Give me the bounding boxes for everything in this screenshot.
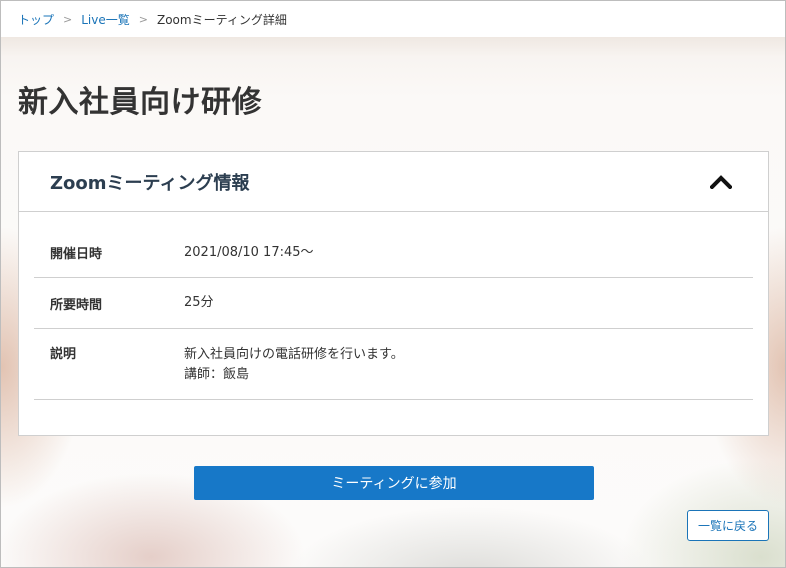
panel-title: Zoomミーティング情報 (50, 172, 250, 194)
page-title: 新入社員向け研修 (18, 85, 262, 120)
description-line: 新入社員向けの電話研修を行います。 (184, 347, 404, 362)
breadcrumb-separator: > (63, 12, 73, 26)
info-row-duration: 所要時間 25分 (34, 278, 753, 329)
info-label: 説明 (50, 347, 77, 362)
breadcrumb: トップ > Live一覧 > Zoomミーティング詳細 (1, 1, 785, 37)
info-row-datetime: 開催日時 2021/08/10 17:45～ (34, 228, 753, 278)
info-value: 25分 (184, 295, 214, 310)
info-row-description: 説明 新入社員向けの電話研修を行います。 講師：飯島 (34, 329, 753, 400)
join-meeting-button[interactable]: ミーティングに参加 (194, 466, 594, 500)
info-rows: 開催日時 2021/08/10 17:45～ 所要時間 25分 説明 新入社員向… (19, 212, 768, 400)
info-value: 新入社員向けの電話研修を行います。 講師：飯島 (184, 345, 404, 385)
zoom-info-panel: Zoomミーティング情報 開催日時 2021/08/10 17:45～ 所要時間… (18, 151, 769, 436)
info-label: 所要時間 (50, 297, 103, 313)
breadcrumb-separator: > (138, 12, 148, 26)
info-value: 2021/08/10 17:45～ (184, 244, 314, 260)
back-to-list-button[interactable]: 一覧に戻る (687, 510, 769, 541)
breadcrumb-link-live-list[interactable]: Live一覧 (81, 11, 130, 28)
panel-header[interactable]: Zoomミーティング情報 (19, 152, 768, 212)
breadcrumb-link-top[interactable]: トップ (18, 11, 54, 28)
info-label: 開催日時 (50, 247, 103, 262)
description-line: 講師：飯島 (184, 367, 250, 382)
chevron-up-icon[interactable] (710, 174, 732, 189)
breadcrumb-current: Zoomミーティング詳細 (156, 12, 287, 27)
